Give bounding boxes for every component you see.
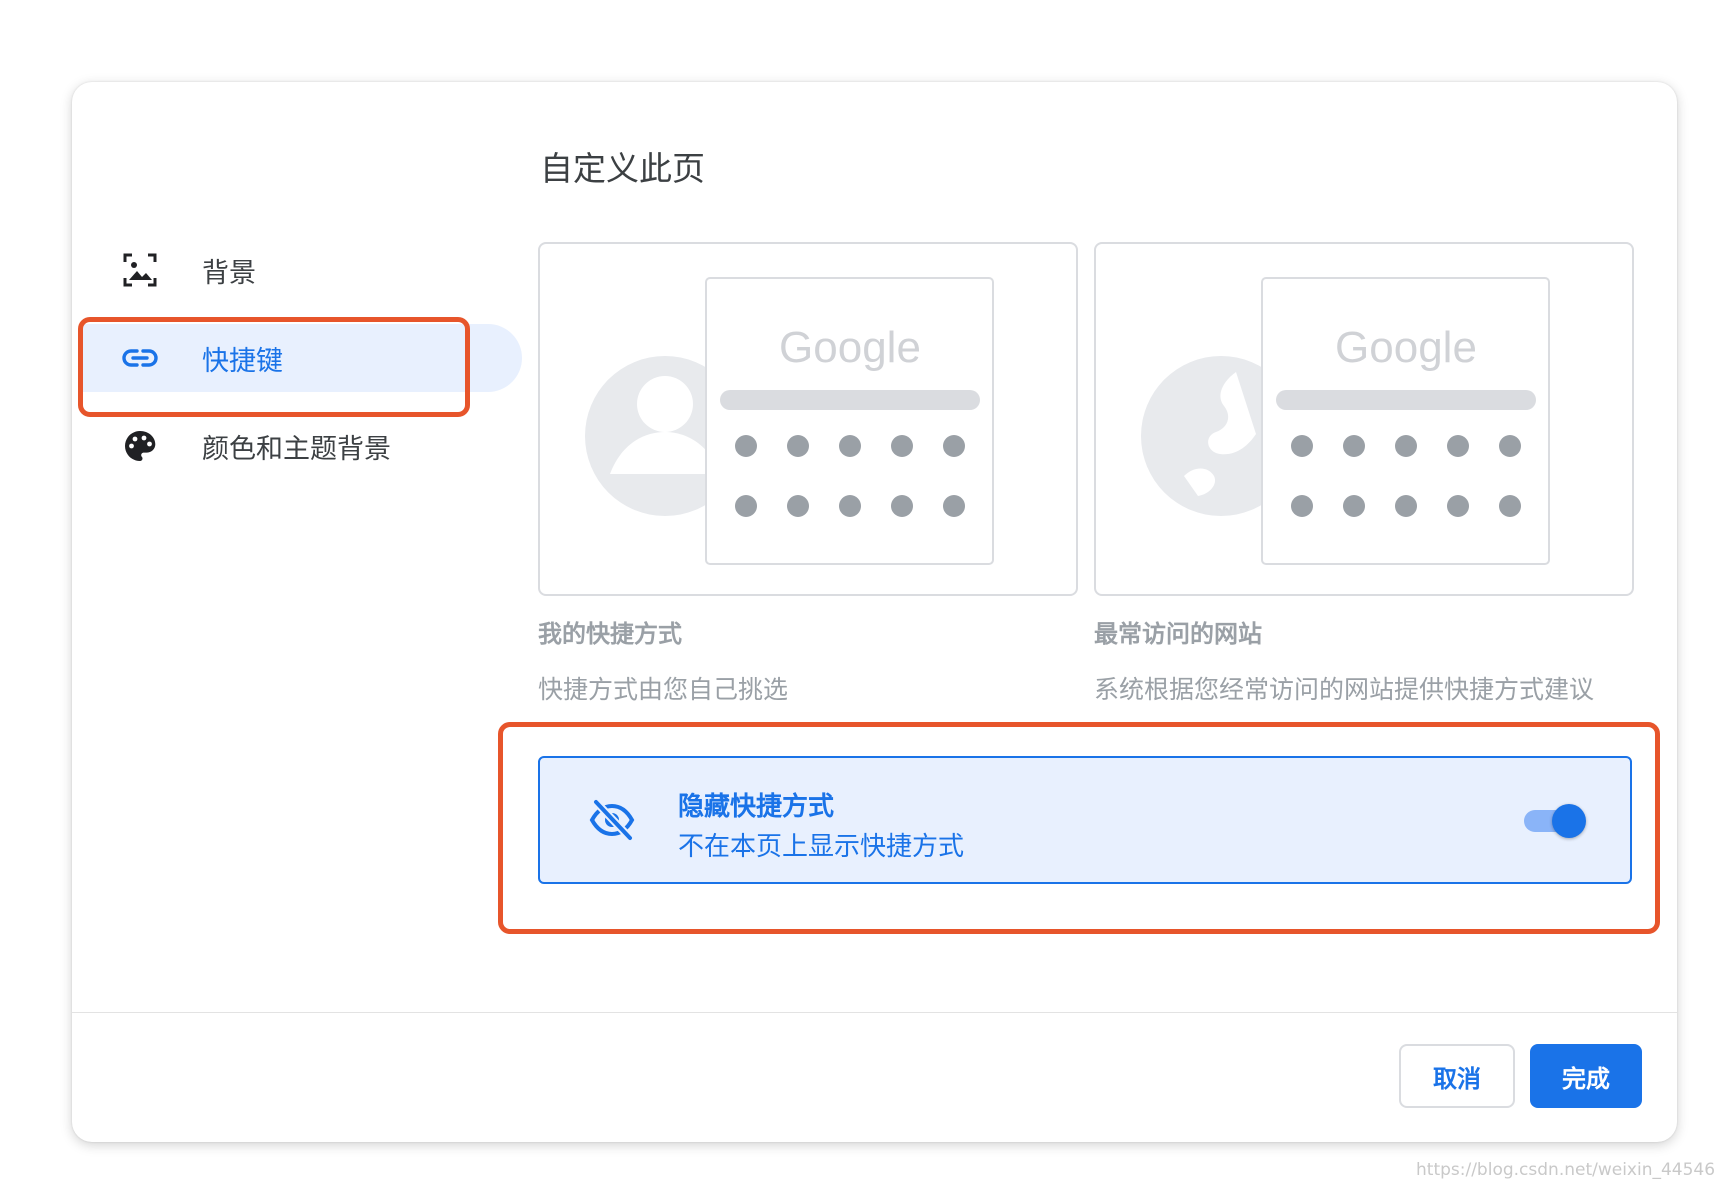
hide-shortcuts-subtitle: 不在本页上显示快捷方式 (678, 832, 965, 862)
page-title: 自定义此页 (540, 149, 705, 188)
option-title: 最常访问的网站 (1094, 620, 1262, 648)
done-button[interactable]: 完成 (1530, 1044, 1642, 1108)
sidebar-item-background[interactable]: 背景 (82, 236, 522, 304)
toggle-knob (1552, 804, 1586, 838)
option-title: 我的快捷方式 (538, 620, 682, 648)
sidebar-item-label: 快捷键 (202, 345, 283, 377)
sidebar-item-label: 颜色和主题背景 (202, 433, 391, 465)
hide-shortcuts-title: 隐藏快捷方式 (678, 792, 835, 822)
hide-shortcuts-row[interactable]: 隐藏快捷方式 不在本页上显示快捷方式 (538, 756, 1632, 884)
option-card-most-visited[interactable]: Google (1094, 242, 1634, 596)
option-description: 快捷方式由您自己挑选 (538, 675, 789, 704)
sidebar-item-label: 背景 (202, 257, 256, 289)
svg-text:Google: Google (779, 323, 921, 372)
hide-shortcuts-toggle[interactable] (1522, 802, 1588, 838)
footer-divider (72, 1012, 1677, 1013)
watermark: https://blog.csdn.net/weixin_44546343 (1416, 1160, 1716, 1180)
svg-text:Google: Google (1335, 323, 1477, 372)
shortcuts-preview: Google (585, 277, 994, 565)
sidebar-item-colors-themes[interactable]: 颜色和主题背景 (82, 412, 522, 480)
cancel-button[interactable]: 取消 (1399, 1044, 1515, 1108)
eye-off-icon (589, 799, 635, 841)
link-icon (122, 349, 158, 367)
customize-dialog: 背景 快捷键 颜色和主题背景 自定义此页 Google 我的快捷方式 快捷方式由… (72, 82, 1677, 1142)
option-card-my-shortcuts[interactable]: Google (538, 242, 1078, 596)
option-description: 系统根据您经常访问的网站提供快捷方式建议 (1094, 675, 1595, 704)
sidebar-item-shortcuts[interactable]: 快捷键 (82, 324, 522, 392)
palette-icon (125, 431, 156, 461)
most-visited-preview: Google (1141, 277, 1550, 565)
image-icon (123, 253, 157, 287)
